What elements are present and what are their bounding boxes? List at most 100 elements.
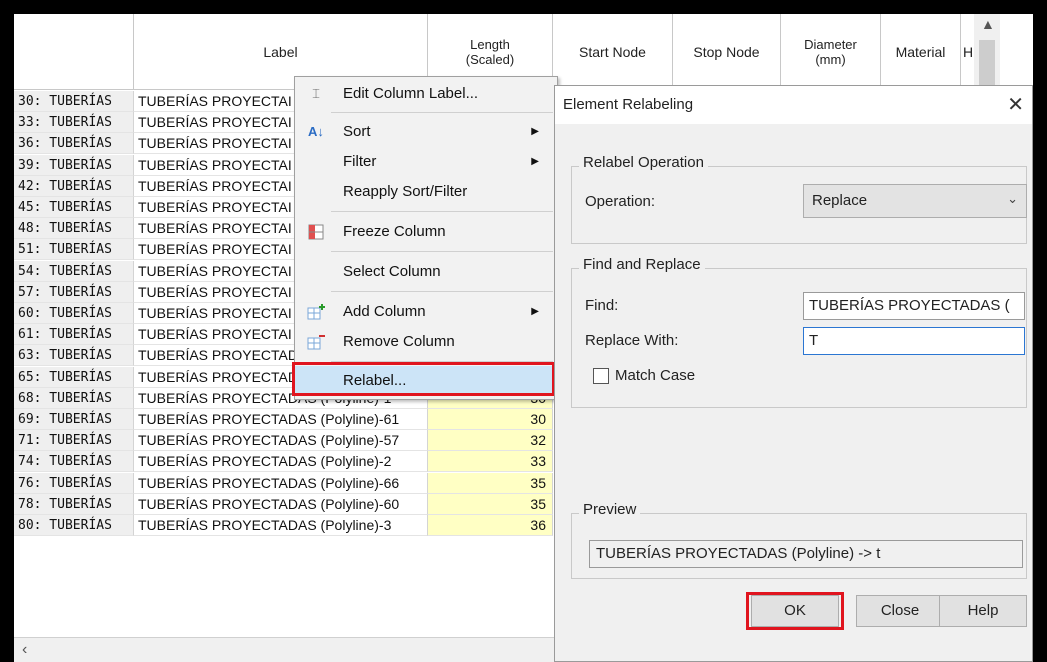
label-cell[interactable]: TUBERÍAS PROYECTADAS (Polyline)-57 [134,430,428,452]
replace-with-label: Replace With: [585,332,679,349]
row-id-cell[interactable]: 80: TUBERÍAS [14,515,134,536]
app-frame: Label Length (Scaled) Start Node Stop No… [14,14,1033,662]
dialog-title: Element Relabeling [563,96,694,113]
menu-item-label: Reapply Sort/Filter [343,183,468,200]
length-cell[interactable]: 33 [428,451,553,473]
menu-item-edit-column-label[interactable]: ⌶ Edit Column Label... [295,79,557,109]
row-id-cell[interactable]: 65: TUBERÍAS [14,366,134,388]
add-column-icon [307,304,325,320]
menu-item-select-column[interactable]: Select Column [295,257,557,287]
menu-item-remove-column[interactable]: Remove Column [295,327,557,357]
element-relabeling-dialog: Element Relabeling ✕ Relabel Operation O… [554,85,1033,662]
match-case-checkbox[interactable] [593,368,609,384]
vertical-scrollbar[interactable]: ▲ [974,14,1000,92]
replace-with-input[interactable]: T [803,327,1025,355]
menu-item-label: Remove Column [343,333,455,350]
scroll-left-icon[interactable]: ‹ [22,641,27,659]
column-header-diameter[interactable]: Diameter (mm) [781,14,881,90]
row-id-cell[interactable]: 71: TUBERÍAS [14,430,134,452]
help-button[interactable]: Help [939,595,1027,627]
menu-item-add-column[interactable]: Add Column ▶ [295,297,557,327]
row-id-cell[interactable]: 57: TUBERÍAS [14,281,134,303]
close-icon[interactable]: ✕ [1007,92,1024,117]
length-cell[interactable]: 32 [428,430,553,452]
submenu-arrow-icon: ▶ [531,156,539,167]
chevron-down-icon: ⌄ [1007,191,1018,206]
label-cell[interactable]: TUBERÍAS PROYECTADAS (Polyline)-61 [134,409,428,430]
table-row[interactable]: 74: TUBERÍAS TUBERÍAS PROYECTADAS (Polyli… [14,451,554,473]
length-cell[interactable]: 30 [428,409,553,430]
column-header-start-node[interactable]: Start Node [553,14,673,90]
row-id-cell[interactable]: 61: TUBERÍAS [14,324,134,346]
freeze-column-icon [307,224,325,240]
sort-icon: A↓ [308,124,324,139]
scrollbar-thumb[interactable] [979,40,995,90]
row-id-cell[interactable]: 78: TUBERÍAS [14,493,134,515]
close-button[interactable]: Close [856,595,944,627]
scroll-up-icon[interactable]: ▲ [981,16,995,32]
menu-separator [331,251,553,252]
menu-separator [331,112,553,113]
length-cell[interactable]: 35 [428,472,553,494]
row-id-cell[interactable]: 76: TUBERÍAS [14,472,134,494]
label-cell[interactable]: TUBERÍAS PROYECTADAS (Polyline)-2 [134,451,428,473]
row-id-cell[interactable]: 54: TUBERÍAS [14,260,134,282]
column-context-menu: ⌶ Edit Column Label... A↓ Sort ▶ Filter … [294,76,558,400]
menu-item-label: Add Column [343,303,426,320]
column-header-material[interactable]: Material [881,14,961,90]
row-id-cell[interactable]: 39: TUBERÍAS [14,154,134,176]
row-id-cell[interactable]: 69: TUBERÍAS [14,409,134,430]
row-header-corner[interactable] [14,14,134,90]
menu-item-filter[interactable]: Filter ▶ [295,147,557,177]
table-row[interactable]: 69: TUBERÍAS TUBERÍAS PROYECTADAS (Polyli… [14,409,554,430]
menu-item-label: Edit Column Label... [343,85,479,102]
find-input[interactable]: TUBERÍAS PROYECTADAS ( [803,292,1025,320]
group-caption: Find and Replace [579,256,705,273]
row-id-cell[interactable]: 60: TUBERÍAS [14,303,134,324]
ok-highlight-annotation [746,592,844,630]
horizontal-scrollbar[interactable]: ‹ [14,637,554,662]
find-label: Find: [585,297,619,314]
group-caption: Preview [579,501,641,518]
row-id-cell[interactable]: 33: TUBERÍAS [14,112,134,134]
column-header-stop-node[interactable]: Stop Node [673,14,781,90]
row-id-cell[interactable]: 63: TUBERÍAS [14,345,134,367]
length-cell[interactable]: 36 [428,515,553,536]
length-cell[interactable]: 35 [428,493,553,515]
menu-separator [331,291,553,292]
operation-value: Replace [812,192,868,209]
menu-item-freeze-column[interactable]: Freeze Column [295,217,557,247]
row-id-cell[interactable]: 42: TUBERÍAS [14,175,134,197]
label-cell[interactable]: TUBERÍAS PROYECTADAS (Polyline)-66 [134,472,428,494]
menu-item-label: Freeze Column [343,223,446,240]
match-case-label: Match Case [615,367,696,384]
table-row[interactable]: 71: TUBERÍAS TUBERÍAS PROYECTADAS (Polyli… [14,430,554,452]
operation-label: Operation: [585,193,656,210]
row-id-cell[interactable]: 45: TUBERÍAS [14,197,134,218]
menu-separator [331,211,553,212]
table-row[interactable]: 80: TUBERÍAS TUBERÍAS PROYECTADAS (Polyli… [14,515,554,536]
table-row[interactable]: 78: TUBERÍAS TUBERÍAS PROYECTADAS (Polyli… [14,493,554,515]
label-cell[interactable]: TUBERÍAS PROYECTADAS (Polyline)-3 [134,515,428,536]
row-id-cell[interactable]: 36: TUBERÍAS [14,133,134,155]
remove-column-icon [307,334,325,350]
group-caption: Relabel Operation [579,154,708,171]
submenu-arrow-icon: ▶ [531,126,539,137]
column-header-more[interactable]: H [961,14,975,90]
row-id-cell[interactable]: 51: TUBERÍAS [14,239,134,261]
menu-item-label: Select Column [343,263,441,280]
row-id-cell[interactable]: 68: TUBERÍAS [14,387,134,409]
relabel-highlight-annotation [292,362,555,396]
menu-item-label: Sort [343,123,371,140]
menu-item-reapply-sort-filter[interactable]: Reapply Sort/Filter [295,177,557,207]
row-id-cell[interactable]: 48: TUBERÍAS [14,218,134,240]
table-row[interactable]: 76: TUBERÍAS TUBERÍAS PROYECTADAS (Polyli… [14,472,554,494]
row-id-cell[interactable]: 74: TUBERÍAS [14,451,134,473]
operation-select[interactable]: Replace ⌄ [803,184,1027,218]
menu-item-sort[interactable]: A↓ Sort ▶ [295,117,557,147]
menu-item-label: Filter [343,153,377,170]
edit-label-icon: ⌶ [312,86,320,101]
submenu-arrow-icon: ▶ [531,306,539,317]
row-id-cell[interactable]: 30: TUBERÍAS [14,91,134,112]
label-cell[interactable]: TUBERÍAS PROYECTADAS (Polyline)-60 [134,493,428,515]
